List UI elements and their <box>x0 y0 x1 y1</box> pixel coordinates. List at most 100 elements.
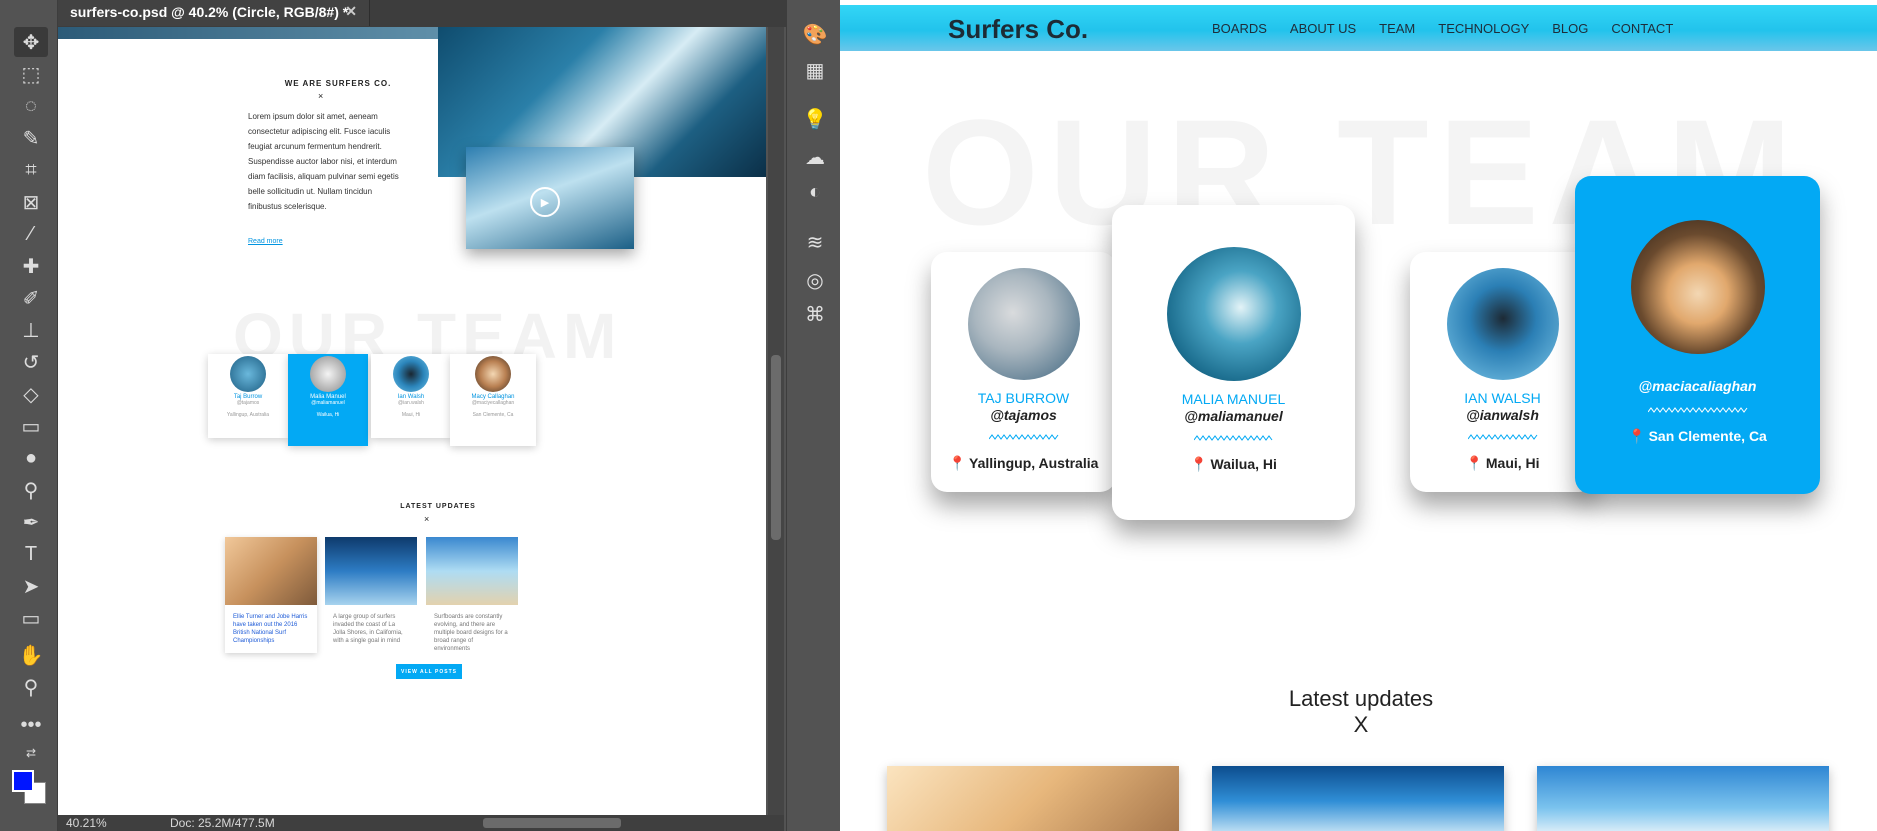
avatar <box>310 356 346 392</box>
team-location: San Clemente, Ca <box>472 412 514 418</box>
team-location: Yallingup, Australia <box>226 412 270 418</box>
map-pin-icon: 📍 <box>1628 428 1646 444</box>
map-pin-icon: 📍 <box>1190 456 1208 472</box>
post-image <box>325 537 417 605</box>
latest-updates-title: LATEST UPDATES <box>400 503 476 510</box>
frame-icon[interactable]: ⊠ <box>14 187 48 217</box>
foreground-color-swatch[interactable] <box>12 770 34 792</box>
rectangle-icon[interactable]: ▭ <box>14 603 48 633</box>
nav-technology[interactable]: TECHNOLOGY <box>1438 21 1529 36</box>
team-location: Wailua, Hi <box>316 412 340 418</box>
avatar <box>1630 220 1765 354</box>
more-icon[interactable]: ••• <box>14 710 48 740</box>
app-window: surfers-co.psd @ 40.2% (Circle, RGB/8#) … <box>0 0 1877 831</box>
zoom-level[interactable]: 40.21% <box>66 816 107 830</box>
document-tab-title: surfers-co.psd @ 40.2% (Circle, RGB/8#) … <box>70 4 349 20</box>
nav-contact[interactable]: CONTACT <box>1611 21 1673 36</box>
dodge-icon[interactable]: ⚲ <box>14 475 48 505</box>
team-card[interactable]: MALIA MANUEL @maliamanuel 📍 Wailua, Hi <box>1112 205 1355 520</box>
team-member-location: 📍 Yallingup, Australia <box>948 455 1099 471</box>
brush-icon[interactable]: ✐ <box>14 283 48 313</box>
color-palette-icon[interactable]: 🎨 <box>801 20 829 48</box>
play-icon: ▶ <box>530 187 560 217</box>
status-bar: 40.21% Doc: 25.2M/477.5M <box>58 815 784 831</box>
read-more-link: Read more <box>248 238 283 245</box>
avatar <box>967 268 1080 380</box>
healing-icon[interactable]: ✚ <box>14 251 48 281</box>
hand-icon[interactable]: ✋ <box>14 640 48 670</box>
site-logo[interactable]: Surfers Co. <box>948 14 1088 45</box>
stamp-icon[interactable]: ⊥ <box>14 315 48 345</box>
layers-icon[interactable]: ≋ <box>801 228 829 256</box>
wave-divider-icon <box>988 434 1058 440</box>
zoom-icon[interactable]: ⚲ <box>14 672 48 702</box>
avatar <box>230 356 266 392</box>
post-image <box>426 537 518 605</box>
eraser-icon[interactable]: ◇ <box>14 379 48 409</box>
document-tab[interactable]: surfers-co.psd @ 40.2% (Circle, RGB/8#) … <box>58 0 370 26</box>
history-brush-icon[interactable]: ↺ <box>14 347 48 377</box>
paths-icon[interactable]: ⌘ <box>801 300 829 328</box>
learn-icon[interactable]: 💡 <box>801 105 829 133</box>
post-card-preview: A large group of surfers invaded the coa… <box>325 537 417 653</box>
blur-icon[interactable]: ● <box>14 443 48 473</box>
site-header: Surfers Co. BOARDS ABOUT US TEAM TECHNOL… <box>840 5 1877 51</box>
nav-team[interactable]: TEAM <box>1379 21 1415 36</box>
pen-icon[interactable]: ✒ <box>14 507 48 537</box>
post-card[interactable] <box>887 766 1179 831</box>
swap-colors-icon[interactable]: ⇄ <box>14 738 48 768</box>
nav-about-us[interactable]: ABOUT US <box>1290 21 1356 36</box>
post-excerpt: Ellie Turner and Jobe Harris have taken … <box>233 614 308 644</box>
crop-icon[interactable]: ⌗ <box>14 155 48 185</box>
libraries-icon[interactable]: ☁ <box>801 143 829 171</box>
gradient-icon[interactable]: ▭ <box>14 411 48 441</box>
team-card-active[interactable]: @maciacaliaghan 📍 San Clemente, Ca <box>1575 176 1820 494</box>
avatar <box>475 356 511 392</box>
tools-panel: ✥ ⬚ ◌ ✎ ⌗ ⊠ ⁄ ✚ ✐ ⊥ ↺ ◇ ▭ ● ⚲ ✒ T ➤ ▭ ✋ … <box>0 0 58 831</box>
latest-updates-x: X <box>1353 712 1369 737</box>
nav-blog[interactable]: BLOG <box>1552 21 1588 36</box>
path-select-icon[interactable]: ➤ <box>14 571 48 601</box>
vertical-scroll-thumb[interactable] <box>771 355 781 540</box>
horizontal-scroll-thumb[interactable] <box>483 818 621 828</box>
latest-updates-title: Latest updates <box>1288 686 1434 711</box>
team-member-handle: @maciacaliaghan <box>1638 378 1757 394</box>
team-card-preview: Macy Callaghan @maciyecallaghan San Clem… <box>450 354 536 446</box>
close-icon[interactable]: ✕ <box>345 3 357 20</box>
post-excerpt: A large group of surfers invaded the coa… <box>333 614 403 644</box>
post-image <box>225 537 317 605</box>
team-member-name: MALIA MANUEL <box>1181 391 1286 407</box>
adjustments-icon[interactable]: ◐ <box>801 178 829 206</box>
avatar <box>1166 247 1301 381</box>
latest-x-mark: × <box>424 514 430 524</box>
post-card[interactable] <box>1537 766 1829 831</box>
post-card[interactable] <box>1212 766 1504 831</box>
swatches-icon[interactable]: ▦ <box>801 56 829 84</box>
intro-x-mark: × <box>318 91 324 101</box>
team-location: Maui, Hi <box>401 412 421 418</box>
team-card[interactable]: TAJ BURROW @tajamos 📍 Yallingup, Australi… <box>931 252 1116 492</box>
canvas-document[interactable]: WE ARE SURFERS CO. × Lorem ipsum dolor s… <box>58 27 766 815</box>
intro-paragraph: Lorem ipsum dolor sit amet, aeneam conse… <box>248 112 399 211</box>
doc-size-info: Doc: 25.2M/477.5M <box>170 816 275 830</box>
avatar <box>393 356 429 392</box>
move-icon[interactable]: ✥ <box>14 27 48 57</box>
team-member-handle: @ianwalsh <box>1466 407 1539 423</box>
team-card[interactable]: IAN WALSH @ianwalsh 📍 Maui, Hi <box>1410 252 1595 492</box>
marquee-icon[interactable]: ⬚ <box>14 59 48 89</box>
quick-select-icon[interactable]: ✎ <box>14 123 48 153</box>
team-member-location: 📍 San Clemente, Ca <box>1628 428 1767 444</box>
team-handle: @maliamanuel <box>311 400 345 406</box>
team-card-preview: Ian Walsh @ian.walsh Maui, Hi <box>371 354 451 438</box>
team-member-name: IAN WALSH <box>1464 390 1541 406</box>
team-handle: @ian.walsh <box>398 400 424 406</box>
nav-boards[interactable]: BOARDS <box>1212 21 1267 36</box>
lasso-icon[interactable]: ◌ <box>14 91 48 121</box>
channels-icon[interactable]: ◎ <box>801 266 829 294</box>
type-icon[interactable]: T <box>14 539 48 569</box>
eyedropper-icon[interactable]: ⁄ <box>14 219 48 249</box>
top-image-strip <box>58 27 438 39</box>
team-member-name: TAJ BURROW <box>977 390 1070 406</box>
team-handle: @tajamos <box>236 400 260 406</box>
post-card-preview: Surfboards are constantly evolving, and … <box>426 537 518 653</box>
